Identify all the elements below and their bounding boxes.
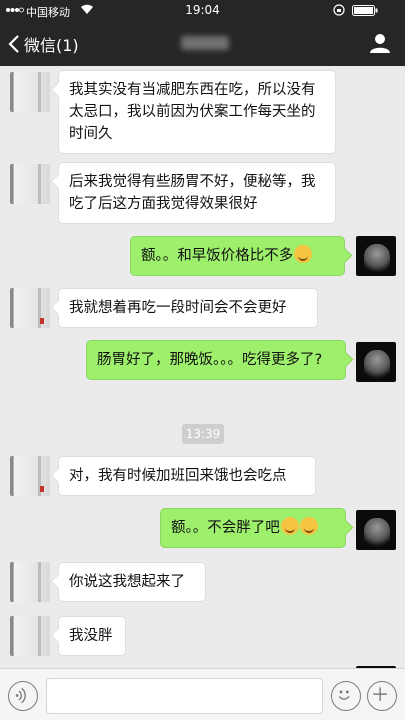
emoji-button[interactable] bbox=[331, 681, 361, 711]
laugh-emoji-icon bbox=[280, 517, 299, 535]
message-input[interactable] bbox=[46, 678, 323, 714]
contact-avatar[interactable] bbox=[10, 72, 50, 112]
contact-avatar[interactable] bbox=[10, 288, 50, 328]
message-timestamp: 13:39 bbox=[182, 424, 224, 444]
contact-avatar[interactable] bbox=[10, 562, 50, 602]
laugh-emoji-icon bbox=[299, 517, 318, 535]
message-bubble-incoming[interactable]: 后来我觉得有些肠胃不好，便秘等，我吃了后这方面我觉得效果很好 bbox=[58, 162, 336, 224]
message-bubble-incoming[interactable]: 对，我有时候加班回来饿也会吃点 bbox=[58, 456, 316, 496]
battery-icon bbox=[352, 5, 378, 16]
message-text: 额。。和早饭价格比不多 bbox=[141, 248, 294, 264]
message-text: 你说这我想起来了 bbox=[69, 574, 185, 590]
message-bubble-incoming[interactable]: 我其实没有当减肥东西在吃，所以没有太忌口，我以前因为伏案工作每天坐的时间久 bbox=[58, 70, 336, 154]
more-button[interactable] bbox=[367, 681, 397, 711]
rotation-lock-icon bbox=[333, 4, 345, 16]
back-label: 微信(1) bbox=[24, 36, 79, 55]
plus-icon bbox=[373, 687, 387, 701]
chat-area[interactable]: 我其实没有当减肥东西在吃，所以没有太忌口，我以前因为伏案工作每天坐的时间久 后来… bbox=[0, 66, 405, 668]
my-avatar[interactable] bbox=[356, 510, 396, 550]
message-bubble-incoming[interactable]: 我没胖 bbox=[58, 616, 126, 656]
message-text: 我其实没有当减肥东西在吃，所以没有太忌口，我以前因为伏案工作每天坐的时间久 bbox=[69, 82, 316, 142]
contact-avatar[interactable] bbox=[10, 456, 50, 496]
message-text: 额。。不会胖了吧 bbox=[171, 520, 280, 536]
smile-icon bbox=[338, 690, 350, 700]
chat-title bbox=[160, 35, 250, 55]
chevron-left-icon bbox=[8, 35, 19, 53]
voice-button[interactable] bbox=[8, 681, 38, 711]
nav-bar: 微信(1) bbox=[0, 22, 405, 66]
message-text: 对，我有时候加班回来饿也会吃点 bbox=[69, 468, 287, 484]
status-bar: 中国移动 19:04 bbox=[0, 0, 405, 22]
contact-avatar[interactable] bbox=[10, 164, 50, 204]
message-text: 肠胃好了，那晚饭。。。吃得更多了? bbox=[97, 352, 323, 368]
my-avatar[interactable] bbox=[356, 342, 396, 382]
message-text: 我就想着再吃一段时间会不会更好 bbox=[69, 300, 287, 316]
laugh-emoji-icon bbox=[294, 245, 313, 263]
back-button[interactable]: 微信(1) bbox=[8, 30, 79, 58]
message-bubble-incoming[interactable]: 我就想着再吃一段时间会不会更好 bbox=[58, 288, 318, 328]
message-bubble-outgoing[interactable]: 肠胃好了，那晚饭。。。吃得更多了? bbox=[86, 340, 346, 380]
input-bar bbox=[0, 668, 405, 720]
message-text: 我没胖 bbox=[69, 628, 113, 644]
message-bubble-incoming[interactable]: 你说这我想起来了 bbox=[58, 562, 206, 602]
voice-icon bbox=[15, 687, 26, 704]
message-text: 后来我觉得有些肠胃不好，便秘等，我吃了后这方面我觉得效果很好 bbox=[69, 174, 316, 212]
my-avatar[interactable] bbox=[356, 236, 396, 276]
message-bubble-outgoing[interactable]: 额。。和早饭价格比不多 bbox=[130, 236, 345, 276]
contact-avatar[interactable] bbox=[10, 616, 50, 656]
person-icon[interactable] bbox=[369, 32, 391, 54]
message-bubble-outgoing[interactable]: 额。。不会胖了吧 bbox=[160, 508, 346, 548]
